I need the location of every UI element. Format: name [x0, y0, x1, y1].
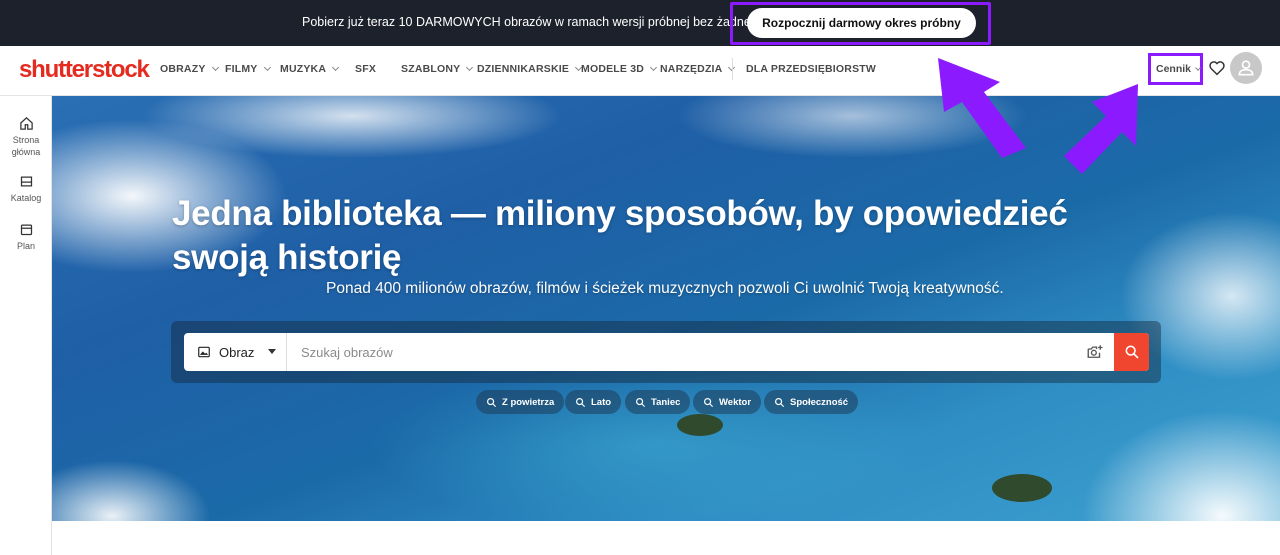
- sidebar-item-home[interactable]: Strona główna: [0, 116, 52, 158]
- search-bar: Obraz: [184, 333, 1149, 371]
- sidebar: Strona główna Katalog Plan: [0, 96, 52, 555]
- sidebar-item-label: Strona główna: [11, 135, 41, 157]
- nav-item-sfx[interactable]: SFX: [355, 63, 376, 75]
- chevron-down-icon: [1195, 64, 1201, 71]
- chip-vector[interactable]: Wektor: [693, 390, 762, 414]
- page-content-area: [52, 521, 1280, 555]
- asset-type-value: Obraz: [219, 344, 255, 360]
- nav-item-tools[interactable]: NARZĘDZIA: [660, 63, 736, 75]
- avatar[interactable]: [1230, 52, 1262, 84]
- nav-item-videos[interactable]: FILMY: [225, 63, 271, 75]
- image-icon: [198, 346, 210, 358]
- chevron-down-icon: [211, 63, 219, 72]
- island-image: [677, 414, 723, 436]
- start-trial-button[interactable]: Rozpocznij darmowy okres próbny: [747, 8, 976, 38]
- shutterstock-logo[interactable]: shutterstock: [19, 56, 150, 84]
- nav-item-images[interactable]: OBRAZY: [160, 63, 219, 75]
- camera-search-icon[interactable]: [1086, 343, 1104, 361]
- sidebar-item-plan[interactable]: Plan: [0, 222, 52, 252]
- suggestion-chips: Z powietrza Lato Taniec Wektor Społeczno…: [52, 390, 1280, 414]
- chip-summer[interactable]: Lato: [565, 390, 622, 414]
- asset-type-select[interactable]: Obraz: [184, 333, 287, 371]
- search-button[interactable]: [1114, 333, 1149, 371]
- search-icon: [576, 397, 586, 407]
- hero-subtitle: Ponad 400 milionów obrazów, filmów i ści…: [326, 280, 1004, 297]
- search-icon: [775, 397, 785, 407]
- nav-item-enterprise[interactable]: DLA PRZEDSIĘBIORSTW: [746, 63, 876, 75]
- nav-item-templates[interactable]: SZABLONY: [401, 63, 474, 75]
- search-icon: [636, 397, 646, 407]
- nav-item-music[interactable]: MUZYKA: [280, 63, 340, 75]
- search-input[interactable]: [288, 333, 1088, 371]
- chevron-down-icon: [263, 63, 271, 72]
- chip-dance[interactable]: Taniec: [625, 390, 691, 414]
- promo-bar: Pobierz już teraz 10 DARMOWYCH obrazów w…: [0, 0, 1280, 46]
- home-icon: [19, 117, 33, 130]
- sidebar-item-label: Katalog: [10, 193, 42, 203]
- chip-community[interactable]: Społeczność: [764, 390, 859, 414]
- pricing-menu[interactable]: Cennik: [1156, 63, 1201, 75]
- arrow-annotation-icon: [938, 58, 1026, 158]
- nav-item-editorial[interactable]: DZIENNIKARSKIE: [477, 63, 583, 75]
- heart-icon[interactable]: [1208, 59, 1226, 77]
- search-icon: [487, 397, 497, 407]
- nav-divider: [732, 58, 733, 80]
- catalog-icon: [20, 176, 32, 187]
- chevron-down-icon: [332, 63, 340, 72]
- search-icon: [704, 397, 714, 407]
- nav-item-3d-models[interactable]: MODELE 3D: [581, 63, 658, 75]
- plan-icon: [20, 224, 32, 236]
- user-icon: [1238, 60, 1254, 76]
- caret-down-icon: [268, 349, 276, 354]
- chip-aerial[interactable]: Z powietrza: [476, 390, 565, 414]
- search-icon: [1125, 345, 1139, 359]
- hero-title: Jedna biblioteka — miliony sposobów, by …: [172, 194, 1068, 277]
- sidebar-item-label: Plan: [16, 241, 35, 251]
- sidebar-item-catalog[interactable]: Katalog: [0, 174, 52, 204]
- island-image: [992, 474, 1052, 502]
- chevron-down-icon: [466, 63, 474, 72]
- chevron-down-icon: [650, 63, 658, 72]
- arrow-annotation-icon: [1064, 84, 1138, 174]
